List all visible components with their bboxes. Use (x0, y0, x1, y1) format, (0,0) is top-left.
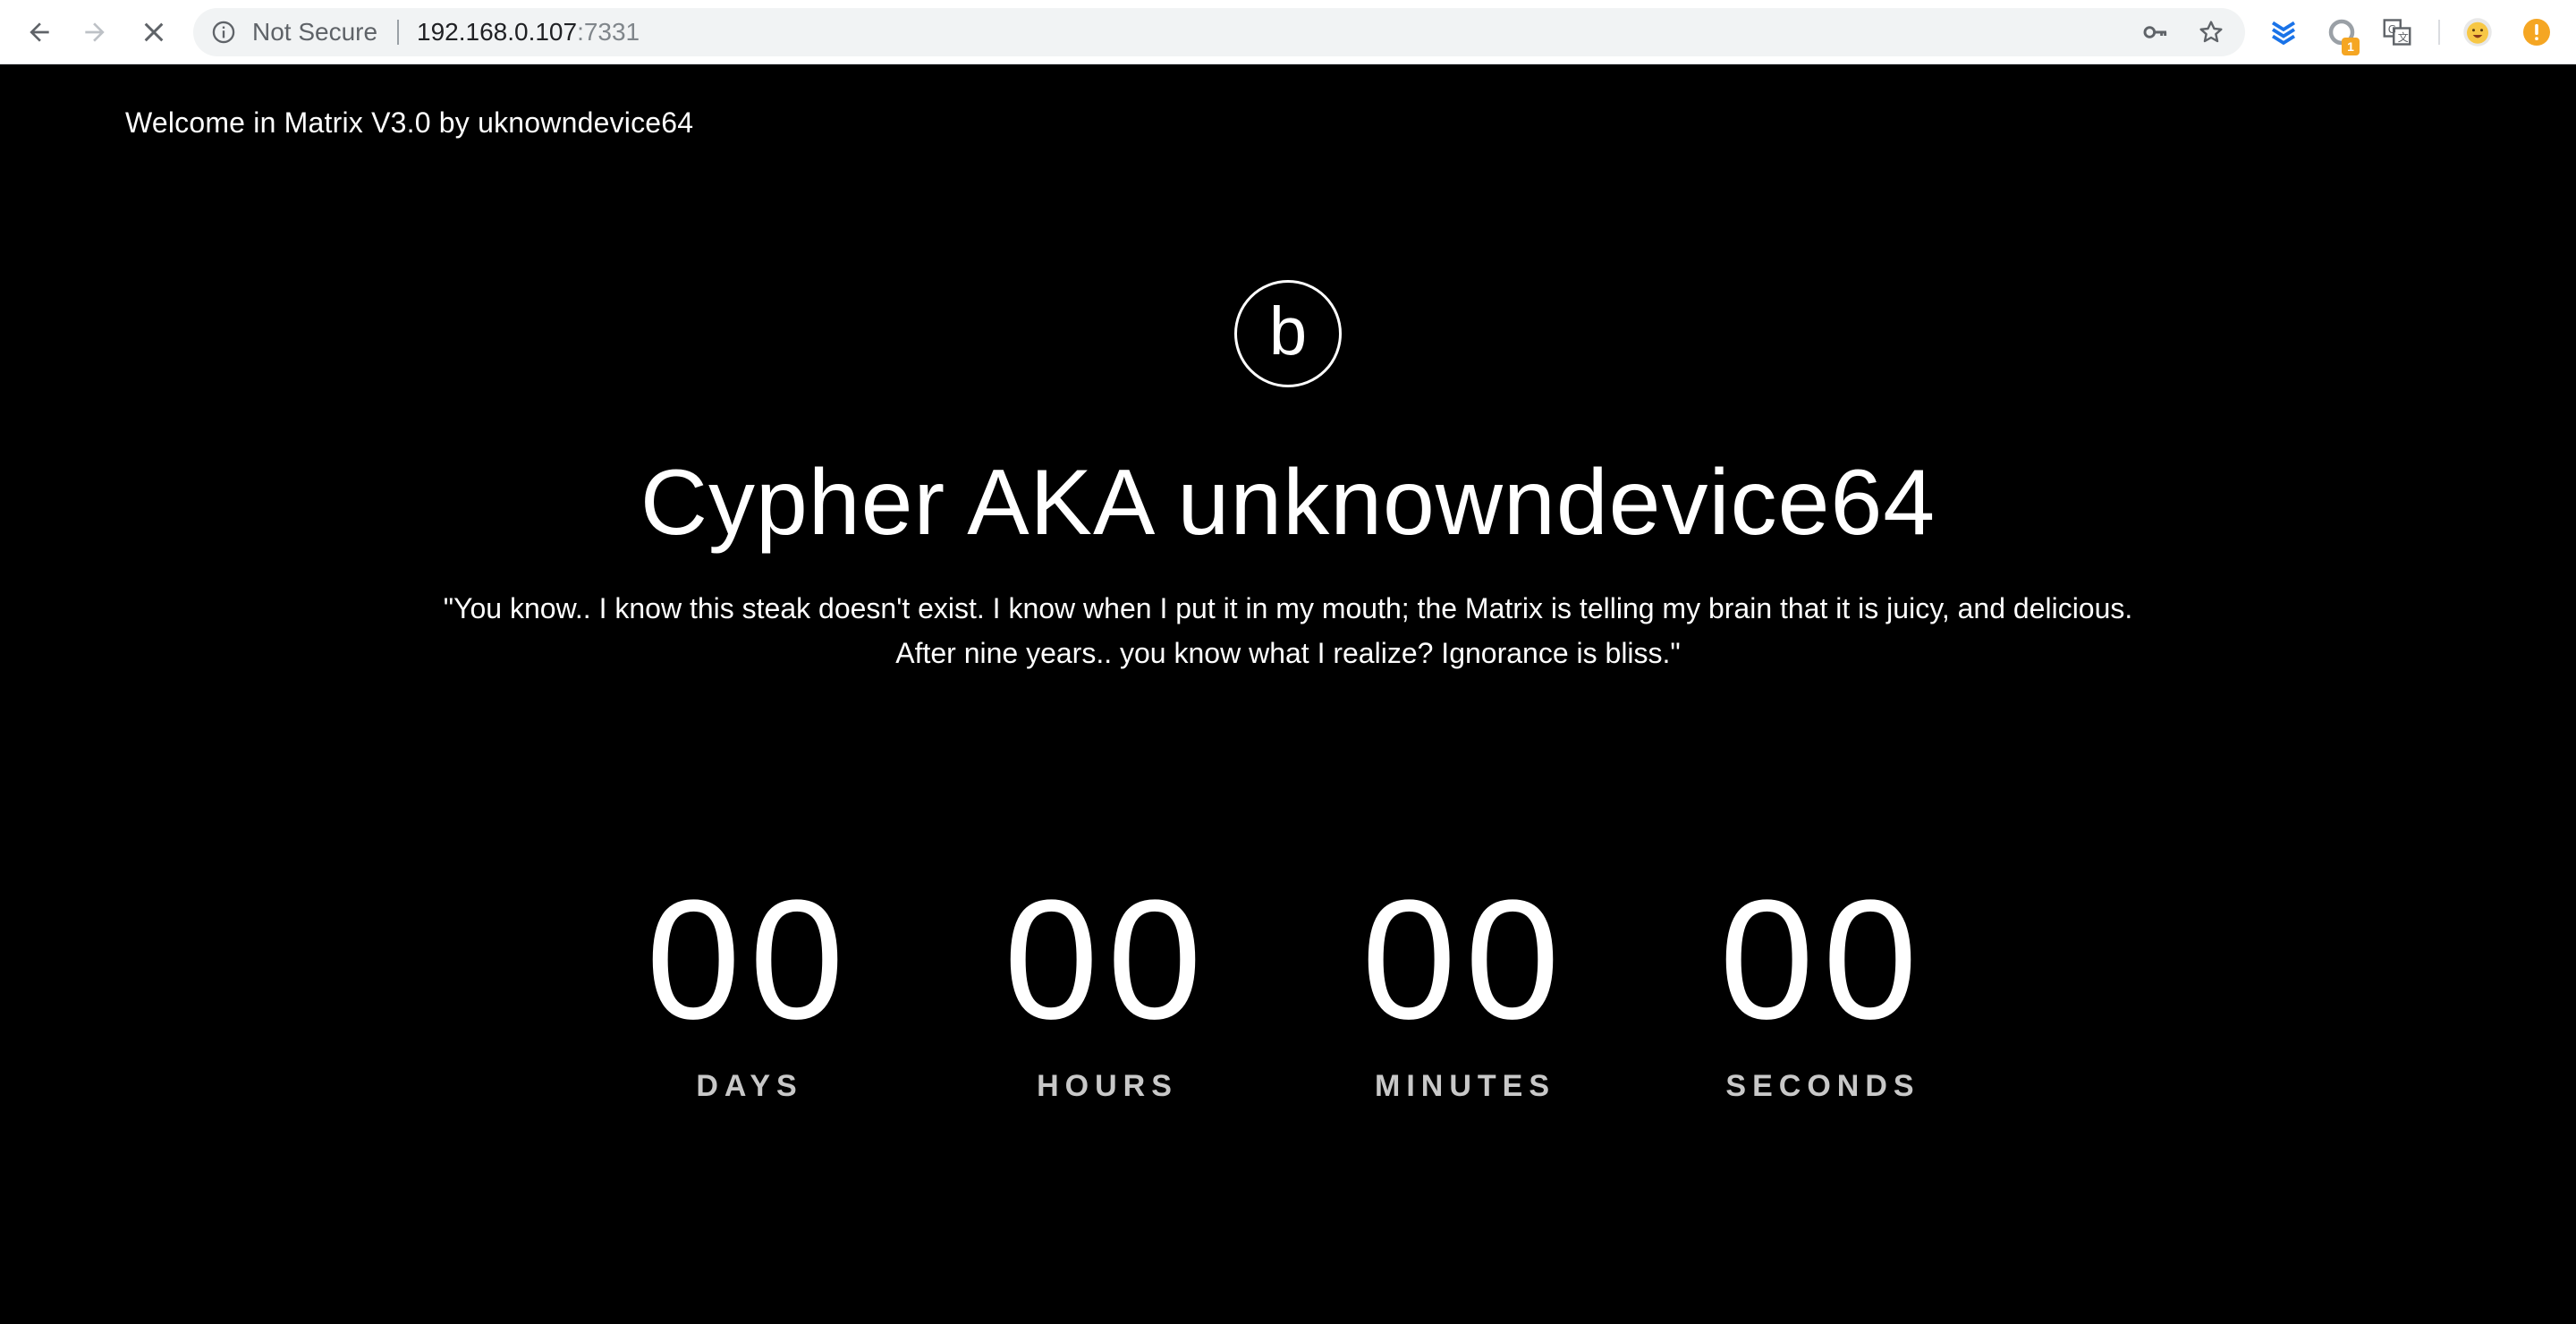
avatar-emoji-icon[interactable] (2462, 16, 2494, 48)
back-arrow-icon (30, 22, 49, 42)
quote-line-1: "You know.. I know this steak doesn't ex… (443, 592, 2133, 624)
star-icon[interactable] (2197, 18, 2225, 47)
stack-extension-icon[interactable] (2267, 16, 2300, 48)
key-icon[interactable] (2141, 18, 2170, 47)
stop-loading-button[interactable] (134, 13, 174, 52)
svg-text:文: 文 (2398, 30, 2409, 44)
countdown-days: 00 DAYS (589, 870, 911, 1104)
url-port: :7331 (577, 18, 640, 46)
countdown-minutes: 00 MINUTES (1304, 870, 1626, 1104)
warning-icon[interactable] (2521, 16, 2553, 48)
omnibox-divider (397, 20, 399, 45)
security-label[interactable]: Not Secure (252, 8, 377, 56)
hours-label: HOURS (1037, 1069, 1178, 1103)
url-host: 192.168.0.107 (417, 18, 578, 46)
forward-arrow-icon (85, 22, 105, 42)
back-button[interactable] (20, 13, 59, 52)
page-content: Welcome in Matrix V3.0 by uknowndevice64… (0, 65, 2576, 1324)
countdown-seconds: 00 SECONDS (1662, 870, 1984, 1104)
hours-value: 00 (1004, 865, 1211, 1055)
address-bar[interactable]: Not Secure 192.168.0.107:7331 (193, 8, 2245, 56)
extension-divider (2438, 20, 2440, 45)
minutes-label: MINUTES (1375, 1069, 1555, 1103)
seconds-value: 00 (1719, 865, 1927, 1055)
page-title: Cypher AKA unknowndevice64 (640, 451, 1936, 555)
countdown: 00 DAYS 00 HOURS 00 MINUTES 00 SECONDS (0, 870, 2576, 1157)
countdown-hours: 00 HOURS (946, 870, 1268, 1104)
days-label: DAYS (696, 1069, 803, 1103)
info-icon[interactable] (211, 20, 236, 45)
minutes-value: 00 (1361, 865, 1569, 1055)
seconds-label: SECONDS (1725, 1069, 1920, 1103)
forward-button[interactable] (75, 13, 114, 52)
logo: b (1234, 280, 1342, 387)
days-value: 00 (646, 865, 853, 1055)
welcome-text: Welcome in Matrix V3.0 by uknowndevice64 (125, 106, 694, 139)
translate-icon[interactable]: G 文 (2381, 16, 2413, 48)
extension-badge: 1 (2342, 38, 2360, 55)
quote-line-2: After nine years.. you know what I reali… (895, 637, 1681, 669)
browser-toolbar: Not Secure 192.168.0.107:7331 1 G 文 (0, 0, 2576, 64)
svg-text:G: G (2388, 23, 2396, 36)
quote: "You know.. I know this steak doesn't ex… (394, 586, 2182, 675)
stop-loading-icon (144, 22, 164, 42)
url-text[interactable]: 192.168.0.107:7331 (417, 8, 640, 56)
